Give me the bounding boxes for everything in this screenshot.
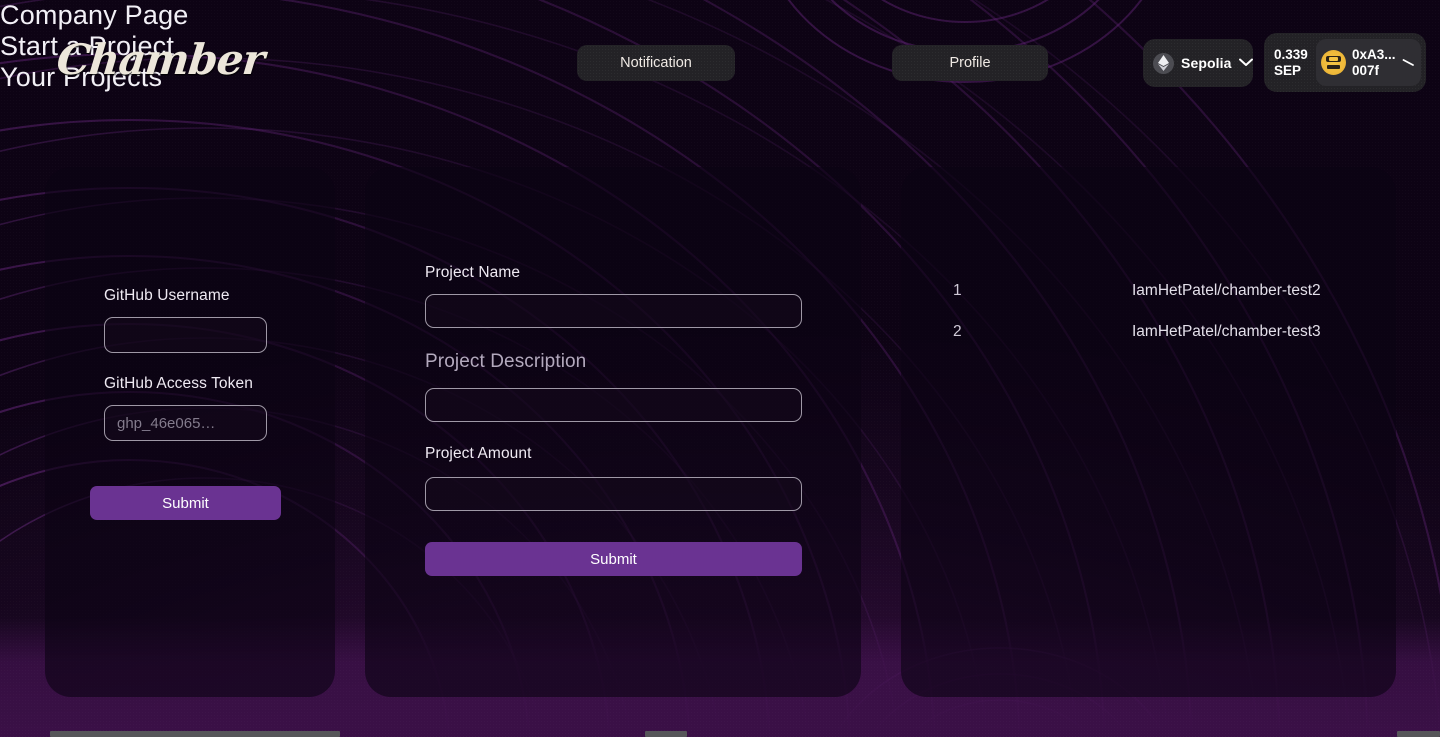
project-name: IamHetPatel/chamber-test3	[1132, 322, 1321, 340]
project-name-label: Project Name	[425, 264, 521, 281]
scrollbar-thumb-left[interactable]	[50, 731, 340, 737]
ethereum-icon	[1153, 52, 1174, 74]
bottom-chrome	[0, 729, 1440, 737]
network-name-label: Sepolia	[1181, 55, 1232, 71]
wallet-address-line1: 0xA3...	[1352, 46, 1396, 62]
project-amount-label: Project Amount	[425, 445, 532, 462]
project-index: 2	[953, 322, 962, 340]
nav-notification-label: Notification	[620, 55, 692, 71]
wallet-account-chip[interactable]: 0xA3... 007f	[1316, 39, 1421, 86]
project-list-item[interactable]: 1 IamHetPatel/chamber-test2	[901, 270, 1396, 311]
github-username-input[interactable]	[104, 317, 267, 353]
project-description-input[interactable]	[425, 388, 802, 422]
chevron-down-icon	[1238, 54, 1253, 72]
wallet-address-line2: 007f	[1352, 62, 1380, 78]
projects-list: 1 IamHetPatel/chamber-test2 2 IamHetPatel/c…	[901, 270, 1396, 352]
your-projects-card	[901, 167, 1396, 697]
nav-profile-button[interactable]: Profile	[892, 45, 1048, 81]
scrollbar-thumb-right[interactable]	[1397, 731, 1440, 737]
network-selector[interactable]: Sepolia	[1143, 39, 1253, 87]
project-name: IamHetPatel/chamber-test2	[1132, 281, 1321, 299]
wallet-balance-symbol: SEP	[1274, 62, 1302, 78]
project-amount-input[interactable]	[425, 477, 802, 511]
scrollbar-thumb-center[interactable]	[645, 731, 687, 737]
project-index: 1	[953, 281, 962, 299]
github-access-token-label: GitHub Access Token	[104, 375, 253, 392]
github-username-label: GitHub Username	[104, 287, 230, 304]
company-submit-button[interactable]: Submit	[90, 486, 281, 520]
github-access-token-input[interactable]	[104, 405, 267, 441]
avatar	[1321, 50, 1346, 75]
wallet-balance-amount: 0.339	[1274, 46, 1308, 62]
project-list-item[interactable]: 2 IamHetPatel/chamber-test3	[901, 311, 1396, 352]
wallet-address: 0xA3... 007f	[1352, 47, 1396, 79]
app-header: Chamber Notification Profile Sepolia 0.3…	[0, 0, 1440, 125]
start-project-card	[365, 167, 861, 697]
nav-notification-button[interactable]: Notification	[577, 45, 735, 81]
project-description-label: Project Description	[425, 351, 587, 372]
app-logo[interactable]: Chamber	[54, 35, 266, 84]
project-submit-button[interactable]: Submit	[425, 542, 802, 576]
project-name-input[interactable]	[425, 294, 802, 328]
wallet-widget[interactable]: 0.339 SEP 0xA3... 007f	[1264, 33, 1426, 92]
chevron-down-icon	[1402, 54, 1415, 72]
wallet-balance: 0.339 SEP	[1274, 47, 1310, 79]
nav-profile-label: Profile	[949, 55, 991, 71]
